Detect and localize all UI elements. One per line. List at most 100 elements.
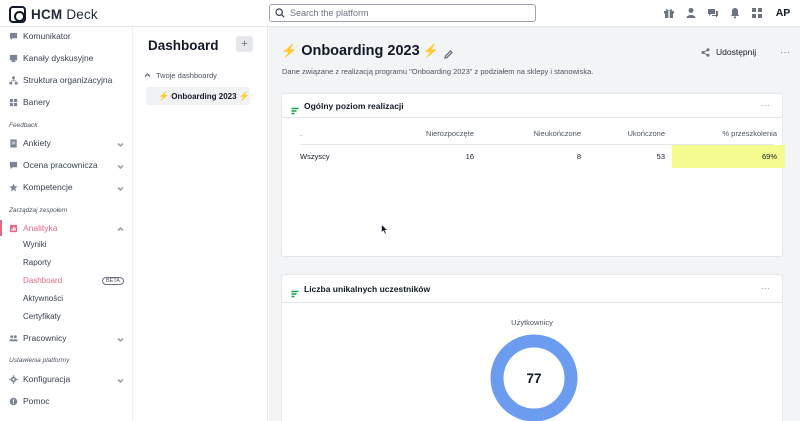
section-label-platform: Ustawienia platformy: [9, 357, 70, 364]
dashboard-item-label: Onboarding 2023: [171, 91, 237, 101]
sidebar-item-konfiguracja[interactable]: Konfiguracja: [0, 371, 133, 387]
sidebar-item-komunikator[interactable]: Komunikator: [0, 28, 133, 44]
sidebar-item-label: Pomoc: [23, 396, 50, 406]
card-header: Ogólny poziom realizacji ···: [282, 94, 782, 118]
user-icon[interactable]: [684, 7, 697, 20]
top-icons: AP: [662, 4, 794, 22]
card-more-button[interactable]: ···: [761, 284, 770, 293]
sidebar-item-label: Analityka: [23, 223, 58, 233]
card-title: Ogólny poziom realizacji: [304, 101, 404, 111]
dashboard-group-toggle[interactable]: Twoje dashboardy: [144, 71, 217, 80]
edit-icon[interactable]: [443, 47, 453, 59]
sidebar-item-label: Konfiguracja: [23, 374, 71, 384]
lightning-icon: ⚡: [281, 43, 298, 58]
chevron-up-icon: [144, 73, 151, 77]
dashboard-item-onboarding[interactable]: ⚡ Onboarding 2023 ⚡: [146, 87, 250, 105]
column-header: % przeszkolenia: [722, 128, 777, 138]
sub-item-certyfikaty[interactable]: Certyfikaty: [23, 312, 61, 321]
search-icon: [275, 8, 285, 18]
sub-item-wyniki[interactable]: Wyniki: [23, 240, 46, 249]
card-more-button[interactable]: ···: [761, 101, 770, 110]
chevron-down-icon: [117, 376, 124, 383]
table-header-row: . Nierozpoczęte Nieukończone Ukończone %…: [300, 122, 777, 144]
people-icon: [9, 334, 18, 343]
lightning-icon: ⚡: [238, 90, 250, 101]
table-cell: 8: [576, 152, 581, 161]
column-header: Ukończone: [627, 128, 665, 138]
search-input[interactable]: [290, 8, 520, 18]
gear-icon: [9, 374, 18, 384]
grid-icon[interactable]: [750, 7, 763, 20]
avatar[interactable]: AP: [772, 4, 794, 22]
sidebar-item-struktura[interactable]: Struktura organizacyjna: [0, 72, 133, 88]
sub-item-aktywnosci[interactable]: Aktywności: [23, 294, 63, 303]
sidebar-item-label: Ocena pracownicza: [23, 160, 98, 170]
sidebar-item-ocena[interactable]: Ocena pracownicza: [0, 157, 133, 173]
gift-icon[interactable]: [662, 7, 675, 20]
section-label-team: Zarządzaj zespołem: [9, 207, 68, 214]
analytics-icon: [9, 224, 18, 233]
page-title-text: Onboarding 2023: [301, 43, 420, 59]
table-cell-highlight: 69%: [672, 145, 785, 168]
sidebar-item-label: Ankiety: [23, 138, 51, 148]
lightning-icon: ⚡: [158, 90, 170, 101]
column-header: Nieukończone: [533, 128, 581, 138]
sidebar-item-label: Komunikator: [23, 31, 71, 41]
card-title: Liczba unikalnych uczestników: [304, 284, 431, 294]
page-more-button[interactable]: ···: [780, 47, 791, 57]
sidebar-item-label: Struktura organizacyjna: [23, 75, 113, 85]
logo-mark: [9, 5, 26, 23]
chevron-down-icon: [117, 335, 124, 342]
share-label: Udostępnij: [716, 47, 757, 57]
main-content: ⚡ Onboarding 2023 ⚡ Udostępnij ··· Dane …: [269, 27, 800, 421]
table-row: Wszyscy 16 8 53 69%: [300, 144, 785, 168]
chart-series-label: Użytkownicy: [511, 318, 553, 327]
channel-icon: [9, 54, 18, 63]
sidebar-item-pomoc[interactable]: Pomoc: [0, 393, 133, 409]
sidebar-item-kanaly[interactable]: Kanały dyskusyjne: [0, 50, 133, 66]
sidebar-item-ankiety[interactable]: Ankiety: [0, 135, 133, 151]
table-cell: 53: [656, 152, 665, 161]
share-button[interactable]: Udostępnij: [701, 47, 756, 57]
sidebar-item-label: Banery: [23, 97, 50, 107]
donut-center-value: 77: [526, 370, 542, 386]
chat-icon: [9, 32, 18, 41]
sidebar-item-label: Kanały dyskusyjne: [23, 53, 94, 63]
search-box[interactable]: [269, 4, 536, 22]
filter-icon: [291, 285, 299, 298]
share-icon: [701, 47, 710, 57]
sidebar-item-banery[interactable]: Banery: [0, 94, 133, 110]
card-header: Liczba unikalnych uczestników ···: [282, 275, 782, 303]
top-bar: HCM Deck AP: [0, 0, 800, 27]
sub-item-dashboard[interactable]: Dashboard: [23, 276, 62, 285]
chevron-down-icon: [117, 162, 124, 169]
dashboard-group-label: Twoje dashboardy: [156, 71, 217, 80]
beta-badge: BETA: [102, 277, 124, 285]
evaluation-icon: [9, 161, 18, 170]
column-header: Nierozpoczęte: [426, 128, 474, 138]
org-icon: [9, 75, 18, 85]
logo[interactable]: HCM Deck: [9, 4, 98, 24]
bell-icon[interactable]: [728, 7, 741, 20]
sidebar-item-kompetencje[interactable]: Kompetencje: [0, 179, 133, 195]
lightning-icon: ⚡: [422, 43, 439, 58]
page-description: Dane związane z realizacją programu "Onb…: [282, 67, 594, 76]
sidebar-item-analityka[interactable]: Analityka: [0, 220, 133, 236]
chevron-down-icon: [117, 184, 124, 191]
banner-icon: [9, 98, 18, 107]
star-icon: [9, 182, 18, 192]
sub-item-raporty[interactable]: Raporty: [23, 258, 51, 267]
section-label-feedback: Feedback: [9, 122, 38, 129]
chevron-down-icon: [117, 140, 124, 147]
chevron-up-icon: [117, 225, 124, 232]
filter-icon: [291, 102, 299, 115]
help-icon: [9, 397, 18, 406]
chat-icon[interactable]: [706, 7, 719, 20]
card-unique-participants: Liczba unikalnych uczestników ··· Użytko…: [281, 274, 783, 421]
add-dashboard-button[interactable]: +: [236, 36, 253, 52]
table-cell: Wszyscy: [300, 152, 330, 161]
sidebar-item-label: Pracownicy: [23, 333, 67, 343]
logo-text: HCM Deck: [31, 6, 98, 22]
page-title: ⚡ Onboarding 2023 ⚡: [281, 43, 453, 59]
sidebar-item-pracownicy[interactable]: Pracownicy: [0, 330, 133, 346]
